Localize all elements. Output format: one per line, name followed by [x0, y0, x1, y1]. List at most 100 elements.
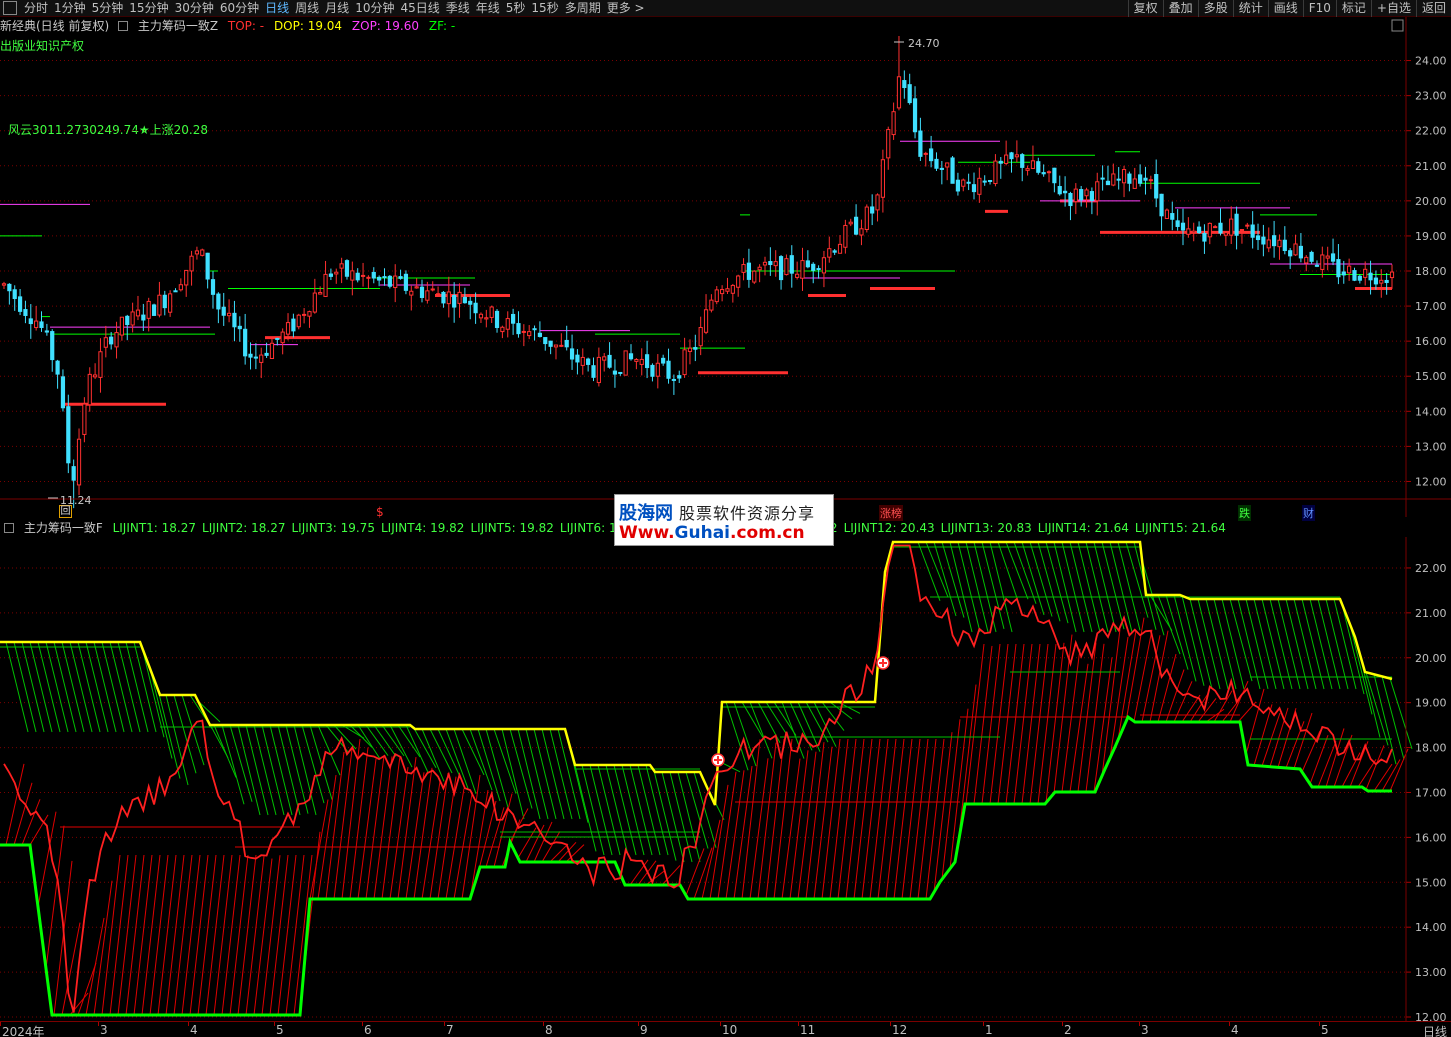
date-tick: [1139, 1022, 1140, 1026]
candle-body: [848, 221, 853, 225]
candle-body: [1389, 271, 1395, 279]
candle-body: [1314, 264, 1320, 267]
lijint-value: LIJINT3: 19.75: [291, 521, 375, 535]
date-label: 5: [276, 1023, 284, 1037]
tool-button-8[interactable]: 返回: [1415, 0, 1451, 17]
buy-signal-icon[interactable]: [711, 753, 725, 767]
tab-3[interactable]: 15分钟: [126, 0, 171, 17]
candle-body: [709, 299, 714, 311]
candle-body: [430, 288, 435, 291]
date-tick: [188, 1022, 189, 1026]
chip-hatch-red: [989, 643, 1009, 805]
tab-14[interactable]: 15秒: [528, 0, 561, 17]
candle-body: [1116, 178, 1121, 181]
tab-4[interactable]: 30分钟: [172, 0, 217, 17]
sub-formula-name[interactable]: 主力筹码一致F: [24, 521, 103, 535]
candle-body: [1266, 239, 1271, 249]
candle-body: [398, 276, 403, 279]
price-line: [3, 544, 1393, 1013]
event-marker-zhangbang[interactable]: 涨榜: [879, 505, 903, 521]
sub-formula-toggle-icon[interactable]: [4, 523, 14, 533]
tool-button-5[interactable]: F10: [1302, 0, 1336, 17]
chip-hatch-red: [357, 758, 377, 900]
tab-2[interactable]: 5分钟: [89, 0, 127, 17]
event-marker-die[interactable]: 跌: [1238, 505, 1251, 521]
sub-y-tick-label: 19.00: [1415, 697, 1447, 710]
tab-1[interactable]: 1分钟: [51, 0, 89, 17]
chip-hatch-red: [205, 854, 225, 1016]
candle-body: [1379, 279, 1384, 284]
tab-11[interactable]: 季线: [443, 0, 473, 17]
tool-button-7[interactable]: +自选: [1370, 0, 1416, 17]
tool-button-3[interactable]: 统计: [1232, 0, 1268, 17]
candle-body: [114, 332, 119, 348]
tool-button-0[interactable]: 复权: [1127, 0, 1163, 17]
candle-body: [998, 160, 1003, 164]
event-marker-cai[interactable]: 财: [1302, 505, 1315, 521]
chip-hatch-red: [421, 781, 441, 900]
candle-body: [344, 260, 350, 277]
tab-10[interactable]: 45日线: [397, 0, 442, 17]
tab-7[interactable]: 周线: [292, 0, 322, 17]
chip-distribution-chart[interactable]: 22.00 21.00 20.00 19.00 18.00 17.00 16.00 15.00…: [0, 537, 1451, 1021]
period-label: 日线: [1422, 1025, 1447, 1037]
main-maximize-icon[interactable]: [1391, 19, 1404, 32]
main-candlestick-chart[interactable]: 24.00 23.00 22.00 21.00 20.00 19.00 18.00 17.00…: [0, 17, 1451, 517]
sub-y-tick-label: 16.00: [1415, 831, 1447, 844]
tab-16[interactable]: 更多 >: [604, 0, 648, 17]
candle-body: [800, 260, 805, 279]
candle-body: [532, 328, 537, 331]
chip-hatch-red: [1133, 629, 1153, 722]
high-price-label: 24.70: [908, 37, 940, 50]
window-menu-icon[interactable]: [3, 1, 17, 15]
tab-15[interactable]: 多周期: [562, 0, 604, 17]
candle-body: [23, 309, 28, 316]
date-label: 4: [190, 1023, 198, 1037]
tab-13[interactable]: 5秒: [503, 0, 529, 17]
candle-body: [1111, 173, 1116, 186]
chip-hatch-red: [909, 738, 929, 900]
candle-body: [896, 76, 902, 109]
date-tick: [274, 1022, 275, 1026]
date-tick: [890, 1022, 891, 1026]
tab-12[interactable]: 年线: [473, 0, 503, 17]
event-marker-hui[interactable]: 回: [59, 505, 72, 518]
candle-body: [853, 216, 859, 235]
candle-body: [650, 364, 655, 377]
tool-button-4[interactable]: 画线: [1267, 0, 1303, 17]
date-label: 11: [800, 1023, 816, 1037]
candle-body: [1357, 275, 1362, 281]
candle-body: [39, 321, 44, 328]
tool-button-6[interactable]: 标记: [1335, 0, 1371, 17]
tab-0[interactable]: 分时: [21, 0, 51, 17]
tool-button-1[interactable]: 叠加: [1162, 0, 1198, 17]
tab-5[interactable]: 60分钟: [217, 0, 262, 17]
candle-body: [714, 289, 719, 303]
chip-hatch-red: [1309, 735, 1329, 785]
chip-hatch-red: [1141, 635, 1161, 723]
candle-body: [157, 294, 162, 316]
chip-hatch-red: [5, 763, 25, 846]
chip-hatch-red: [21, 799, 41, 846]
candle-body: [237, 325, 242, 330]
candle-body: [537, 332, 543, 337]
candle-body: [71, 466, 76, 481]
candle-body: [141, 314, 146, 321]
buy-signal-icon[interactable]: [876, 656, 890, 670]
candle-body: [1041, 172, 1046, 175]
chip-hatch-red: [765, 738, 785, 900]
tool-button-2[interactable]: 多股: [1197, 0, 1233, 17]
y-tick-label: 19.00: [1415, 230, 1447, 243]
chip-hatch-red: [789, 750, 809, 900]
candle-body: [1089, 191, 1094, 202]
chip-hatch-red: [413, 767, 433, 900]
candle-body: [955, 179, 961, 192]
candle-body: [1245, 224, 1250, 227]
y-tick-label: 20.00: [1415, 195, 1447, 208]
tab-6[interactable]: 日线: [262, 0, 292, 17]
tab-9[interactable]: 10分钟: [352, 0, 397, 17]
tab-8[interactable]: 月线: [322, 0, 352, 17]
candle-body: [1277, 239, 1282, 248]
event-marker-dollar[interactable]: $: [376, 505, 384, 519]
sub-y-tick-label: 21.00: [1415, 607, 1447, 620]
